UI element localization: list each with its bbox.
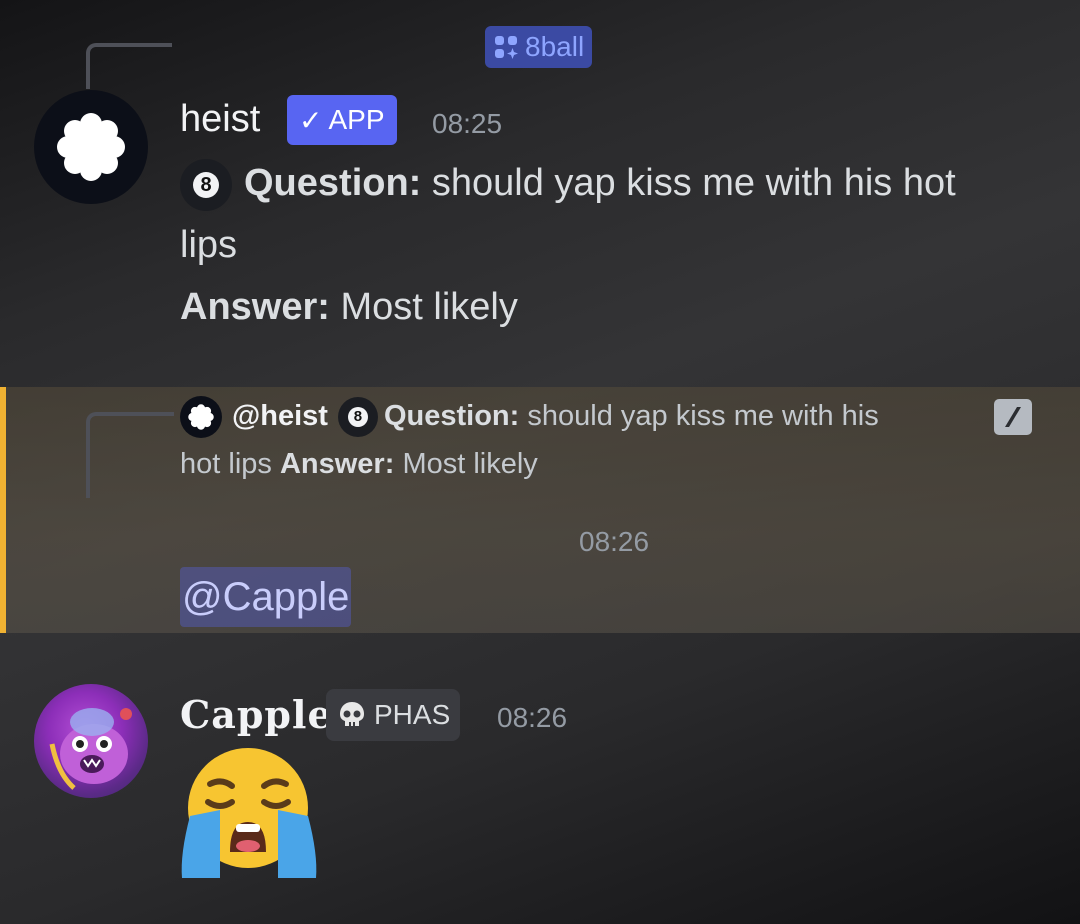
reply-username[interactable]: @heist [232,400,328,432]
8ball-icon: 8 [180,158,232,211]
reply-answer-text: Most likely [402,448,538,480]
guild-tag-label: PHAS [374,699,451,730]
command-pill[interactable]: 8ball [485,26,593,68]
timestamp: 08:26 [579,526,650,557]
avatar-capple[interactable] [34,684,148,798]
app-badge-label: APP [328,104,385,135]
user-mention[interactable]: @Capple [180,567,352,627]
mention-bar [0,387,6,633]
username-heist[interactable]: heist [180,98,260,141]
8ball-icon: 8 [337,397,378,438]
reply-question-text-cont: hot lips [180,448,272,480]
timestamp: 08:25 [432,108,503,139]
avatar-heist[interactable] [34,90,148,204]
command-name: 8ball [525,31,585,62]
username-capple[interactable]: Capple [180,692,333,737]
purple-monster-avatar-icon [49,708,132,790]
reply-answer-label: Answer: [279,448,395,480]
answer-text: Most likely [340,286,518,328]
timestamp: 08:26 [497,702,568,733]
check-icon: ✓ [299,104,323,136]
question-text: should yap kiss me with his hot [431,162,956,204]
message-content: 8 Question: should yap kiss me with his h… [180,152,1060,338]
guild-tag-badge[interactable]: PHAS [326,689,461,741]
question-label: Question: [244,162,422,204]
slash-command-icon [994,399,1032,435]
loudly-crying-face-icon [180,744,320,885]
question-text-cont: lips [180,224,238,266]
reply-preview[interactable]: @heist 8 Question: should yap kiss me with… [180,392,980,488]
flower-logo-icon [57,113,125,181]
avatar-heist-small [180,396,222,439]
answer-label: Answer: [180,286,330,328]
reply-connector [86,412,174,498]
app-command-icon [495,36,518,59]
reply-connector [86,43,172,89]
reply-question-label: Question: [383,400,520,432]
flower-logo-icon [188,404,214,431]
skull-icon [340,702,364,726]
reply-question-text: should yap kiss me with his [527,400,879,432]
app-badge: ✓ APP [287,95,397,145]
